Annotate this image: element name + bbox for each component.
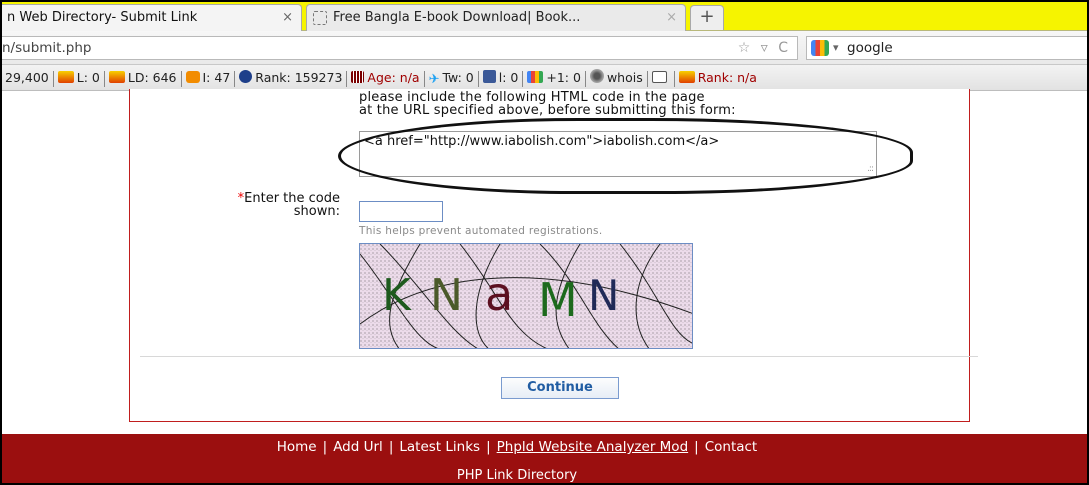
- flame-icon: [57, 71, 74, 83]
- seo-metric[interactable]: ✈ Tw: 0: [426, 65, 477, 90]
- browser-window: n Web Directory- Submit Link × Free Bang…: [0, 0, 1089, 485]
- captcha-input[interactable]: [359, 201, 443, 222]
- captcha-letter: N: [430, 270, 463, 321]
- chevron-down-icon[interactable]: ▾: [833, 37, 839, 59]
- seo-metric[interactable]: LD: 646: [106, 65, 180, 90]
- captcha-letter: M: [538, 273, 578, 327]
- captcha-letter: N: [588, 271, 619, 320]
- page-content: please include the following HTML code i…: [2, 89, 1087, 434]
- footer-separator: |: [388, 439, 394, 455]
- reciprocal-link-notice: please include the following HTML code i…: [359, 91, 829, 117]
- footer-link-home[interactable]: Home: [277, 439, 317, 455]
- footer-separator: |: [322, 439, 328, 455]
- footer-brand[interactable]: PHP Link Directory: [2, 468, 1032, 482]
- search-engine-label: google: [847, 40, 893, 56]
- seo-metric-value: 29,400: [5, 70, 49, 85]
- seo-metric-value: Tw: 0: [442, 70, 474, 85]
- tab-close-icon[interactable]: ×: [666, 5, 677, 30]
- captcha-image: K N a M N: [359, 243, 693, 349]
- captcha-letters: K N a M N: [382, 267, 619, 327]
- tab-bangla-ebook[interactable]: Free Bangla E-book Download| Book... ×: [306, 4, 686, 31]
- tab-submit-link[interactable]: n Web Directory- Submit Link ×: [2, 4, 302, 31]
- bing-icon: [185, 71, 200, 83]
- footer-separator: |: [486, 439, 491, 455]
- seo-metric[interactable]: L: 0: [55, 65, 103, 90]
- tab-label: n Web Directory- Submit Link: [7, 10, 198, 25]
- footer-link-contact[interactable]: Contact: [705, 439, 758, 455]
- twitter-icon: ✈: [428, 72, 440, 87]
- google-icon[interactable]: [811, 40, 829, 56]
- seo-metric[interactable]: Rank: n/a: [676, 65, 760, 90]
- gplus-icon: [527, 71, 544, 83]
- address-bar[interactable]: n/submit.php ☆ ▿ C: [2, 36, 798, 60]
- code-icon: [651, 71, 667, 83]
- footer-link-analyzer[interactable]: Phpld Website Analyzer Mod: [497, 439, 689, 455]
- site-footer: Home | Add Url | Latest Links | Phpld Website …: [2, 434, 1087, 483]
- seo-metric-value: Rank: n/a: [697, 70, 757, 85]
- toolbar-separator: [522, 70, 524, 87]
- toolbar-separator: [673, 70, 675, 87]
- seo-metric[interactable]: I: 47: [183, 65, 234, 90]
- seo-metric[interactable]: Rank: 159273: [236, 65, 345, 90]
- footer-links: Home | Add Url | Latest Links | Phpld Website …: [2, 439, 1032, 455]
- captcha-letter: K: [382, 270, 412, 321]
- seo-metric[interactable]: l: 0: [480, 65, 522, 90]
- toolbar-separator: [584, 70, 586, 87]
- toolbar-separator: [423, 70, 425, 87]
- captcha-hint: This helps prevent automated registratio…: [359, 225, 603, 237]
- seo-metric[interactable]: +1: 0: [524, 65, 584, 90]
- bookmark-star-dropdown-reload-icons[interactable]: ☆ ▿ C: [738, 37, 791, 59]
- tab-close-icon[interactable]: ×: [282, 5, 293, 30]
- continue-button[interactable]: Continue: [501, 377, 619, 399]
- toolbar-separator: [52, 70, 54, 87]
- search-box[interactable]: ▾ google: [806, 36, 1087, 60]
- globe-icon: [239, 70, 253, 83]
- footer-link-latest-links[interactable]: Latest Links: [399, 439, 480, 455]
- captcha-label: *Enter the code shown:: [192, 192, 340, 218]
- hand-drawn-highlight-ellipse: [338, 118, 913, 194]
- form-divider: [140, 356, 978, 357]
- seo-metric[interactable]: [649, 65, 673, 90]
- bars-icon: [351, 71, 365, 83]
- seo-metric[interactable]: Age: n/a: [348, 65, 422, 90]
- tab-label: Free Bangla E-book Download| Book...: [333, 10, 581, 25]
- new-tab-button[interactable]: +: [690, 5, 724, 30]
- toolbar-separator: [103, 70, 105, 87]
- flame-icon: [108, 71, 125, 83]
- flame-icon: [678, 71, 695, 83]
- seo-metric-value: I: 47: [202, 70, 231, 85]
- toolbar-separator: [346, 70, 348, 87]
- notice-line-2: at the URL specified above, before submi…: [359, 103, 736, 118]
- footer-link-add-url[interactable]: Add Url: [333, 439, 383, 455]
- tab-bar: n Web Directory- Submit Link × Free Bang…: [2, 2, 1087, 31]
- navigation-bar: n/submit.php ☆ ▿ C ▾ google: [2, 31, 1087, 65]
- toolbar-separator: [234, 70, 236, 87]
- seo-metric-value: LD: 646: [127, 70, 177, 85]
- seo-toolbar: 29,400 L: 0 LD: 646 I: 47 Rank: 159273 Age: n…: [2, 65, 1087, 91]
- seo-metric-value: +1: 0: [546, 70, 581, 85]
- seo-metric-value: l: 0: [498, 70, 519, 85]
- toolbar-separator: [180, 70, 182, 87]
- toolbar-separator: [646, 70, 648, 87]
- blank-page-icon: [313, 11, 327, 25]
- toolbar-separator: [477, 70, 479, 87]
- seo-metric-value: Age: n/a: [367, 70, 420, 85]
- seo-metric-value: Rank: 159273: [255, 70, 343, 85]
- facebook-icon: [482, 70, 496, 83]
- fingerprint-icon: [589, 69, 604, 83]
- captcha-letter: a: [485, 267, 513, 321]
- footer-separator: |: [694, 439, 699, 455]
- seo-metric-value: L: 0: [76, 70, 100, 85]
- captcha-label-line-2: shown:: [293, 204, 340, 219]
- url-text: n/submit.php: [2, 40, 92, 56]
- seo-metric[interactable]: 29,400: [2, 65, 52, 90]
- seo-metric-value: whois: [606, 70, 643, 85]
- seo-metric[interactable]: whois: [587, 65, 646, 90]
